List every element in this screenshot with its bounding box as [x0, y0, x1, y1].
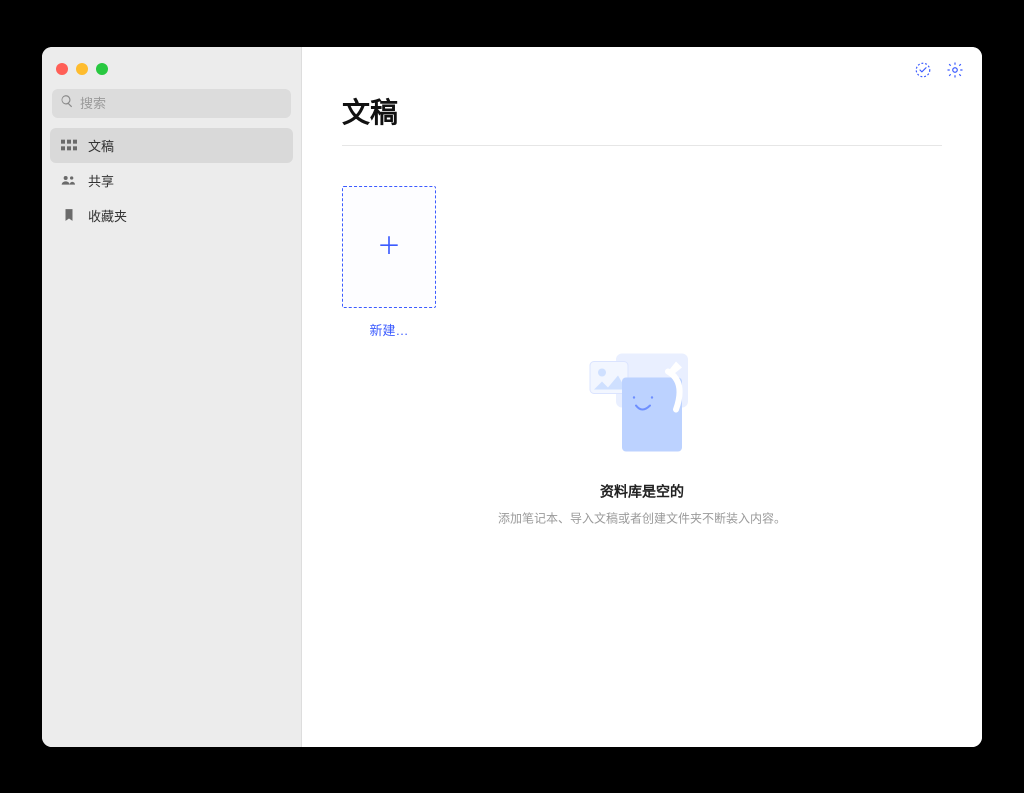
- sidebar-item-label: 共享: [88, 171, 114, 190]
- search-box[interactable]: [52, 89, 291, 118]
- sidebar-item-shared[interactable]: 共享: [50, 163, 293, 198]
- new-card[interactable]: ＋: [342, 186, 436, 308]
- empty-title: 资料库是空的: [600, 481, 684, 501]
- sidebar-nav: 文稿 共享 收藏夹: [42, 128, 301, 233]
- content-area: ＋ 新建…: [302, 146, 982, 747]
- search-icon: [60, 94, 74, 113]
- topbar: [302, 47, 982, 79]
- page-header: 文稿: [342, 79, 942, 146]
- app-window: 文稿 共享 收藏夹 文: [42, 47, 982, 747]
- empty-subtitle: 添加笔记本、导入文稿或者创建文件夹不断装入内容。: [498, 509, 786, 526]
- people-icon: [60, 173, 78, 187]
- plus-icon: ＋: [377, 235, 401, 259]
- page-title: 文稿: [342, 91, 942, 131]
- sidebar-item-documents[interactable]: 文稿: [50, 128, 293, 163]
- bookmark-icon: [60, 208, 78, 222]
- search-input[interactable]: [80, 96, 283, 111]
- grid-icon: [60, 138, 78, 152]
- minimize-window-button[interactable]: [76, 63, 88, 75]
- sidebar-item-label: 收藏夹: [88, 206, 127, 225]
- new-document-tile[interactable]: ＋ 新建…: [342, 186, 942, 339]
- settings-icon[interactable]: [946, 61, 964, 79]
- new-card-label: 新建…: [342, 320, 436, 339]
- sidebar-item-label: 文稿: [88, 136, 114, 155]
- window-controls: [42, 57, 301, 89]
- close-window-button[interactable]: [56, 63, 68, 75]
- empty-illustration: [572, 341, 712, 461]
- sync-status-icon[interactable]: [914, 61, 932, 79]
- maximize-window-button[interactable]: [96, 63, 108, 75]
- search-container: [42, 89, 301, 128]
- empty-state: 资料库是空的 添加笔记本、导入文稿或者创建文件夹不断装入内容。: [442, 341, 842, 526]
- sidebar-item-favorites[interactable]: 收藏夹: [50, 198, 293, 233]
- main-panel: 文稿 ＋ 新建…: [302, 47, 982, 747]
- sidebar: 文稿 共享 收藏夹: [42, 47, 302, 747]
